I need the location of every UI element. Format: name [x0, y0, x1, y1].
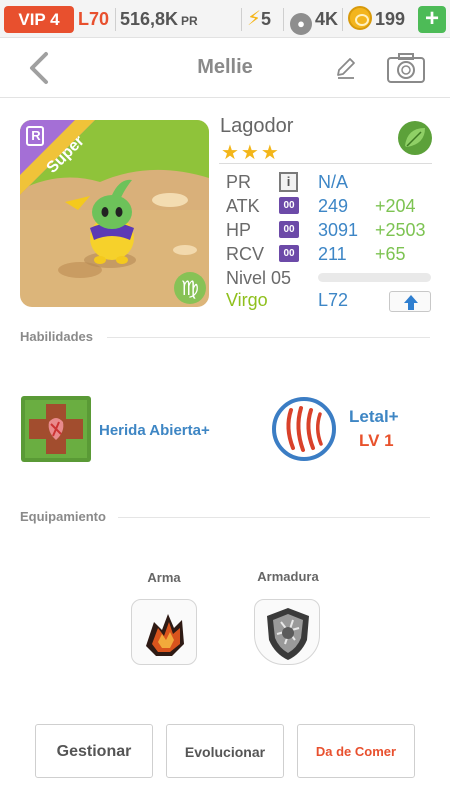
power-rating: 516,8K PR [120, 6, 198, 35]
divider [115, 8, 116, 31]
stat-bonus: +204 [375, 196, 416, 216]
coin-counter[interactable]: 199 [348, 6, 405, 33]
leaf-icon [398, 121, 432, 155]
stat-row-pr: PR i N/A [226, 170, 436, 194]
power-rating-value: 516,8K [120, 9, 179, 29]
weapon-label: Arma [147, 570, 181, 585]
stat-value: 211 [318, 244, 347, 264]
section-title-equipment: Equipamiento [20, 509, 106, 524]
stat-value: 3091 [318, 220, 359, 240]
wound-cross-icon [21, 396, 91, 462]
weapon-slot[interactable] [131, 599, 197, 665]
pet-card[interactable]: R Super ♍ [20, 120, 209, 307]
coin-icon [348, 6, 372, 30]
pet-species-name: Lagodor [220, 115, 294, 137]
experience-bar [318, 273, 431, 282]
paw-value: 4K [315, 9, 339, 29]
active-skill-name[interactable]: Herida Abierta+ [99, 422, 210, 439]
stat-label: PR [226, 172, 252, 192]
stat-bonus: +2503 [375, 220, 426, 240]
vip-badge[interactable]: VIP 4 [4, 6, 74, 33]
stat-label: HP [226, 220, 252, 240]
zodiac-label: Virgo [226, 290, 268, 310]
stat-badge: 00 [279, 245, 299, 262]
stat-badge: 00 [279, 221, 299, 238]
zodiac-icon: ♍ [181, 276, 199, 300]
lightning-icon: ⚡ [247, 8, 262, 30]
stat-label: RCV [226, 244, 265, 264]
power-rating-unit: PR [181, 14, 198, 28]
max-level: L72 [318, 290, 349, 310]
divider [219, 163, 432, 164]
divider [283, 8, 284, 31]
stat-badge: 00 [279, 197, 299, 214]
armor-label: Armadura [257, 569, 319, 584]
divider [118, 517, 430, 518]
stat-bonus: +65 [375, 244, 406, 264]
section-title-skills: Habilidades [20, 329, 93, 344]
manage-button[interactable]: Gestionar [35, 724, 153, 778]
stat-row-rcv: RCV 00 211 +65 [226, 242, 436, 266]
paw-icon: ● [290, 13, 312, 35]
stat-value: N/A [318, 172, 349, 192]
leader-skill-level: LV 1 [359, 431, 394, 450]
stat-value: 249 [318, 196, 349, 216]
divider [342, 8, 343, 31]
energy-value: 5 [261, 9, 272, 29]
armor-slot[interactable] [254, 599, 320, 665]
coin-value: 199 [375, 9, 406, 29]
page-title: Mellie [197, 56, 253, 78]
camera-icon[interactable] [386, 51, 426, 85]
stat-row-atk: ATK 00 249 +204 [226, 194, 436, 218]
claw-weapon-icon [146, 614, 184, 656]
nav-bar: Mellie [0, 38, 450, 98]
star-rating: ★★★ [221, 142, 281, 164]
feed-button[interactable]: Da de Comer [297, 724, 415, 778]
divider [241, 8, 242, 31]
evolve-button[interactable]: Evolucionar [166, 724, 284, 778]
player-level: L70 [78, 9, 110, 29]
claw-slash-icon[interactable] [271, 396, 337, 462]
add-coins-button[interactable]: + [418, 6, 446, 33]
pencil-icon[interactable] [330, 53, 360, 83]
level-label: Nivel 05 [226, 268, 292, 288]
skill-icon-wound[interactable] [21, 396, 91, 462]
stat-row-hp: HP 00 3091 +2503 [226, 218, 436, 242]
rarity-letter: R [31, 128, 41, 143]
shield-armor-icon [267, 608, 309, 660]
leader-skill-name[interactable]: Letal+ [349, 407, 399, 427]
divider [107, 337, 430, 338]
paw-counter[interactable]: ● 4K [290, 6, 338, 35]
energy-counter[interactable]: ⚡5 [247, 6, 271, 33]
info-icon[interactable]: i [279, 172, 298, 192]
status-bar: VIP 4 L70 516,8K PR ⚡5 ● 4K 199 + [0, 0, 450, 38]
level-up-button[interactable] [389, 291, 431, 312]
stat-label: ATK [226, 196, 260, 216]
arrow-up-icon [404, 295, 418, 310]
level-row: Nivel 05 [226, 266, 316, 290]
